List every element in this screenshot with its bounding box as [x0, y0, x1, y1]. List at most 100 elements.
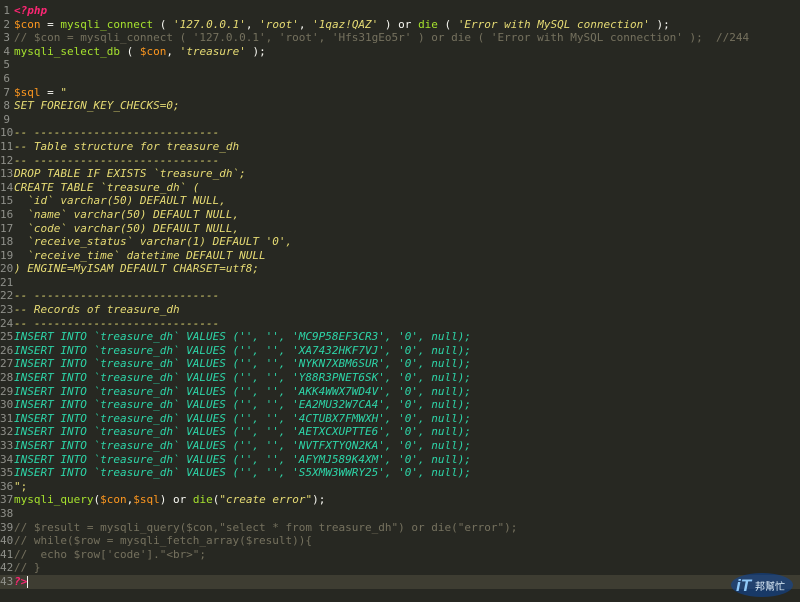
code-line[interactable]: 34INSERT INTO `treasure_dh` VALUES ('', …: [0, 453, 800, 467]
code-editor[interactable]: 1 <?php 2 $con = mysqli_connect ( '127.0.0.…: [0, 0, 800, 602]
code-line[interactable]: 14CREATE TABLE `treasure_dh` (: [0, 181, 800, 195]
code-token: SET FOREIGN_KEY_CHECKS=0;: [14, 99, 180, 113]
code-token: // $con = mysqli_connect ( '127.0.0.1', …: [14, 31, 750, 45]
code-line[interactable]: 27INSERT INTO `treasure_dh` VALUES ('', …: [0, 357, 800, 371]
code-token: "create error": [219, 493, 313, 507]
code-line[interactable]: 29INSERT INTO `treasure_dh` VALUES ('', …: [0, 385, 800, 399]
code-line[interactable]: 5: [0, 58, 800, 72]
code-token: -- ----------------------------: [14, 289, 220, 303]
line-number: 35: [0, 466, 14, 480]
line-number: 23: [0, 303, 14, 317]
line-number: 40: [0, 534, 14, 548]
line-number: 8: [3, 99, 10, 113]
code-line[interactable]: 43?>: [0, 574, 800, 589]
code-line[interactable]: 35INSERT INTO `treasure_dh` VALUES ('', …: [0, 466, 800, 480]
code-token: `receive_time` datetime DEFAULT NULL: [14, 248, 266, 262]
code-line[interactable]: 40// while($row = mysqli_fetch_array($re…: [0, 534, 800, 548]
code-line[interactable]: 4 mysqli_select_db ( $con, 'treasure' );: [0, 45, 800, 59]
code-token: INSERT INTO `treasure_dh` VALUES ('', ''…: [14, 439, 471, 452]
line-number: 15: [0, 194, 14, 208]
code-token: DROP TABLE IF EXISTS `treasure_dh`;: [14, 167, 246, 181]
line-code: -- Records of treasure_dh: [14, 303, 180, 317]
line-number: 39: [0, 520, 14, 534]
line-number: 36: [0, 479, 14, 493]
code-token: INSERT INTO `treasure_dh` VALUES ('', ''…: [14, 398, 471, 412]
code-token: ": [60, 85, 67, 99]
code-line[interactable]: 16 `name` varchar(50) DEFAULT NULL,: [0, 208, 800, 222]
code-line[interactable]: 25INSERT INTO `treasure_dh` VALUES ('', …: [0, 330, 800, 344]
code-token: $con: [139, 44, 167, 58]
code-token: );: [312, 493, 326, 507]
code-line[interactable]: 18 `receive_status` varchar(1) DEFAULT '…: [0, 235, 800, 249]
code-line[interactable]: 6: [0, 72, 800, 86]
code-line[interactable]: 21: [0, 276, 800, 290]
code-token: INSERT INTO `treasure_dh` VALUES ('', ''…: [14, 425, 471, 439]
line-code: ?>: [14, 575, 29, 589]
code-line[interactable]: 9: [0, 113, 800, 127]
line-number: 22: [0, 289, 14, 303]
code-line[interactable]: 13DROP TABLE IF EXISTS `treasure_dh`;: [0, 167, 800, 181]
line-number: 13: [0, 167, 14, 181]
code-line[interactable]: 19 `receive_time` datetime DEFAULT NULL: [0, 249, 800, 263]
code-line[interactable]: 2 $con = mysqli_connect ( '127.0.0.1', 'r…: [0, 18, 800, 32]
logo-cjk: 邦幫忙: [755, 580, 785, 593]
line-code: $sql = ": [14, 86, 67, 100]
line-code: INSERT INTO `treasure_dh` VALUES ('', ''…: [14, 398, 471, 412]
line-number: 38: [0, 506, 14, 520]
line-code: INSERT INTO `treasure_dh` VALUES ('', ''…: [14, 330, 471, 344]
line-code: `name` varchar(50) DEFAULT NULL,: [14, 208, 239, 222]
code-token: mysqli_select_db: [14, 44, 120, 58]
code-token: `name` varchar(50) DEFAULT NULL,: [14, 207, 240, 221]
code-line[interactable]: 11-- Table structure for treasure_dh: [0, 140, 800, 154]
code-token: (: [153, 17, 173, 31]
code-line[interactable]: 32INSERT INTO `treasure_dh` VALUES ('', …: [0, 425, 800, 439]
code-token: die: [418, 17, 438, 31]
line-code: INSERT INTO `treasure_dh` VALUES ('', ''…: [14, 371, 471, 385]
code-token: INSERT INTO `treasure_dh` VALUES ('', ''…: [14, 384, 471, 398]
code-line[interactable]: 23-- Records of treasure_dh: [0, 303, 800, 317]
code-token: );: [245, 44, 266, 58]
line-code: mysqli_query($con,$sql) or die("create e…: [14, 493, 325, 507]
code-line[interactable]: 33INSERT INTO `treasure_dh` VALUES ('', …: [0, 439, 800, 453]
code-line[interactable]: 28INSERT INTO `treasure_dh` VALUES ('', …: [0, 371, 800, 385]
code-line[interactable]: 37mysqli_query($con,$sql) or die("create…: [0, 493, 800, 507]
line-number: 5: [3, 58, 10, 72]
code-line[interactable]: 38: [0, 507, 800, 521]
code-line[interactable]: 39// $result = mysqli_query($con,"select…: [0, 521, 800, 535]
code-line[interactable]: 7 $sql = ": [0, 86, 800, 100]
code-line[interactable]: 42// }: [0, 561, 800, 575]
code-token: =: [40, 17, 61, 31]
code-token: -- ----------------------------: [14, 126, 220, 140]
code-line[interactable]: 1 <?php: [0, 4, 800, 18]
code-token: // }: [14, 561, 41, 575]
code-line[interactable]: 24-- ----------------------------: [0, 317, 800, 331]
line-number: 24: [0, 316, 14, 330]
code-line[interactable]: 15 `id` varchar(50) DEFAULT NULL,: [0, 194, 800, 208]
line-number: 16: [0, 207, 14, 221]
line-code: -- Table structure for treasure_dh: [14, 140, 239, 154]
code-line[interactable]: 22-- ----------------------------: [0, 289, 800, 303]
line-code: // while($row = mysqli_fetch_array($resu…: [14, 534, 312, 548]
code-token: mysqli_connect: [60, 17, 154, 31]
code-line[interactable]: 12-- ----------------------------: [0, 154, 800, 168]
line-number: 6: [3, 71, 10, 85]
code-line[interactable]: 41// echo $row['code']."<br>";: [0, 548, 800, 562]
code-line[interactable]: 36";: [0, 480, 800, 494]
code-token: $con: [100, 493, 127, 507]
code-line[interactable]: 8 SET FOREIGN_KEY_CHECKS=0;: [0, 99, 800, 113]
line-code: // $con = mysqli_connect ( '127.0.0.1', …: [14, 31, 749, 45]
line-code: INSERT INTO `treasure_dh` VALUES ('', ''…: [14, 385, 471, 399]
code-token: -- Table structure for treasure_dh: [14, 139, 240, 153]
line-code: -- ----------------------------: [14, 317, 219, 331]
code-line[interactable]: 20) ENGINE=MyISAM DEFAULT CHARSET=utf8;: [0, 262, 800, 276]
code-line[interactable]: 30INSERT INTO `treasure_dh` VALUES ('', …: [0, 398, 800, 412]
code-line[interactable]: 3 // $con = mysqli_connect ( '127.0.0.1',…: [0, 31, 800, 45]
line-number: 42: [0, 561, 14, 575]
code-token: CREATE TABLE `treasure_dh` (: [14, 180, 200, 194]
code-line[interactable]: 10-- ----------------------------: [0, 126, 800, 140]
code-token: 'root': [259, 17, 299, 31]
line-number: 32: [0, 425, 14, 439]
code-line[interactable]: 17 `code` varchar(50) DEFAULT NULL,: [0, 222, 800, 236]
code-line[interactable]: 31INSERT INTO `treasure_dh` VALUES ('', …: [0, 412, 800, 426]
code-line[interactable]: 26INSERT INTO `treasure_dh` VALUES ('', …: [0, 344, 800, 358]
